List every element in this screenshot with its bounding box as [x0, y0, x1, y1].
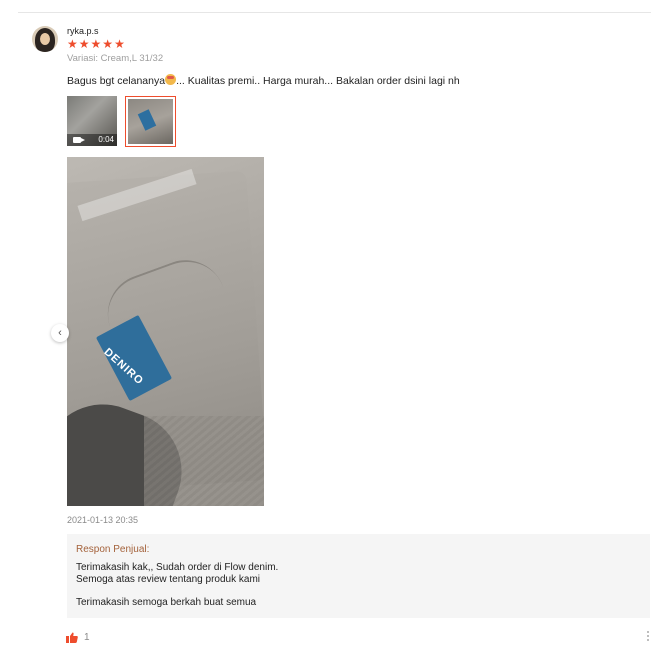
- review-photo-large[interactable]: DENIRO: [67, 157, 264, 506]
- photo-thumbnail-image: [128, 99, 173, 144]
- seller-response-line: Terimakasih kak,, Sudah order di Flow de…: [76, 562, 279, 573]
- photo-background-texture: [144, 416, 264, 506]
- chevron-left-icon: ‹: [58, 327, 62, 339]
- seller-response-line: Terimakasih semoga berkah buat semua: [76, 597, 257, 608]
- star-icon: ★: [67, 37, 78, 51]
- seller-response: Respon Penjual: Terimakasih kak,, Sudah …: [67, 534, 650, 618]
- comment-text-end: ... Kualitas premi.. Harga murah... Baka…: [176, 75, 460, 87]
- product-variant: Variasi: Cream,L 31/32: [67, 53, 164, 64]
- thumbnail-tag-shape: [137, 109, 157, 131]
- reviewer-username[interactable]: ryka.p.s: [67, 26, 99, 36]
- more-vertical-icon[interactable]: [645, 631, 651, 645]
- star-icon: ★: [102, 37, 114, 51]
- photo-thumbnail-selected[interactable]: [125, 96, 176, 147]
- thumbs-up-icon[interactable]: [66, 632, 78, 643]
- avatar[interactable]: [32, 26, 58, 52]
- comment-text-start: Bagus bgt celananya: [67, 75, 166, 87]
- star-icon: ★: [78, 37, 90, 51]
- seller-response-line: Semoga atas review tentang produk kami: [76, 574, 260, 585]
- star-icon: ★: [114, 37, 125, 51]
- review-timestamp: 2021-01-13 20:35: [67, 515, 139, 525]
- like-count: 1: [84, 632, 90, 643]
- dot: [647, 635, 649, 637]
- video-thumbnail[interactable]: 0:04: [67, 96, 117, 146]
- video-duration: 0:04: [98, 135, 114, 144]
- star-icon: ★: [90, 37, 102, 51]
- grinning-emoji-icon: [165, 74, 177, 85]
- dot: [647, 639, 649, 641]
- video-camera-icon: [73, 137, 85, 143]
- rating-stars: ★ ★ ★ ★ ★: [67, 38, 125, 50]
- divider: [18, 12, 651, 13]
- seller-response-title: Respon Penjual:: [76, 544, 150, 555]
- avatar-face: [40, 33, 50, 45]
- dot: [647, 631, 649, 633]
- review-comment: Bagus bgt celananya ... Kualitas premi.. …: [67, 74, 460, 87]
- prev-photo-button[interactable]: ‹: [51, 324, 69, 342]
